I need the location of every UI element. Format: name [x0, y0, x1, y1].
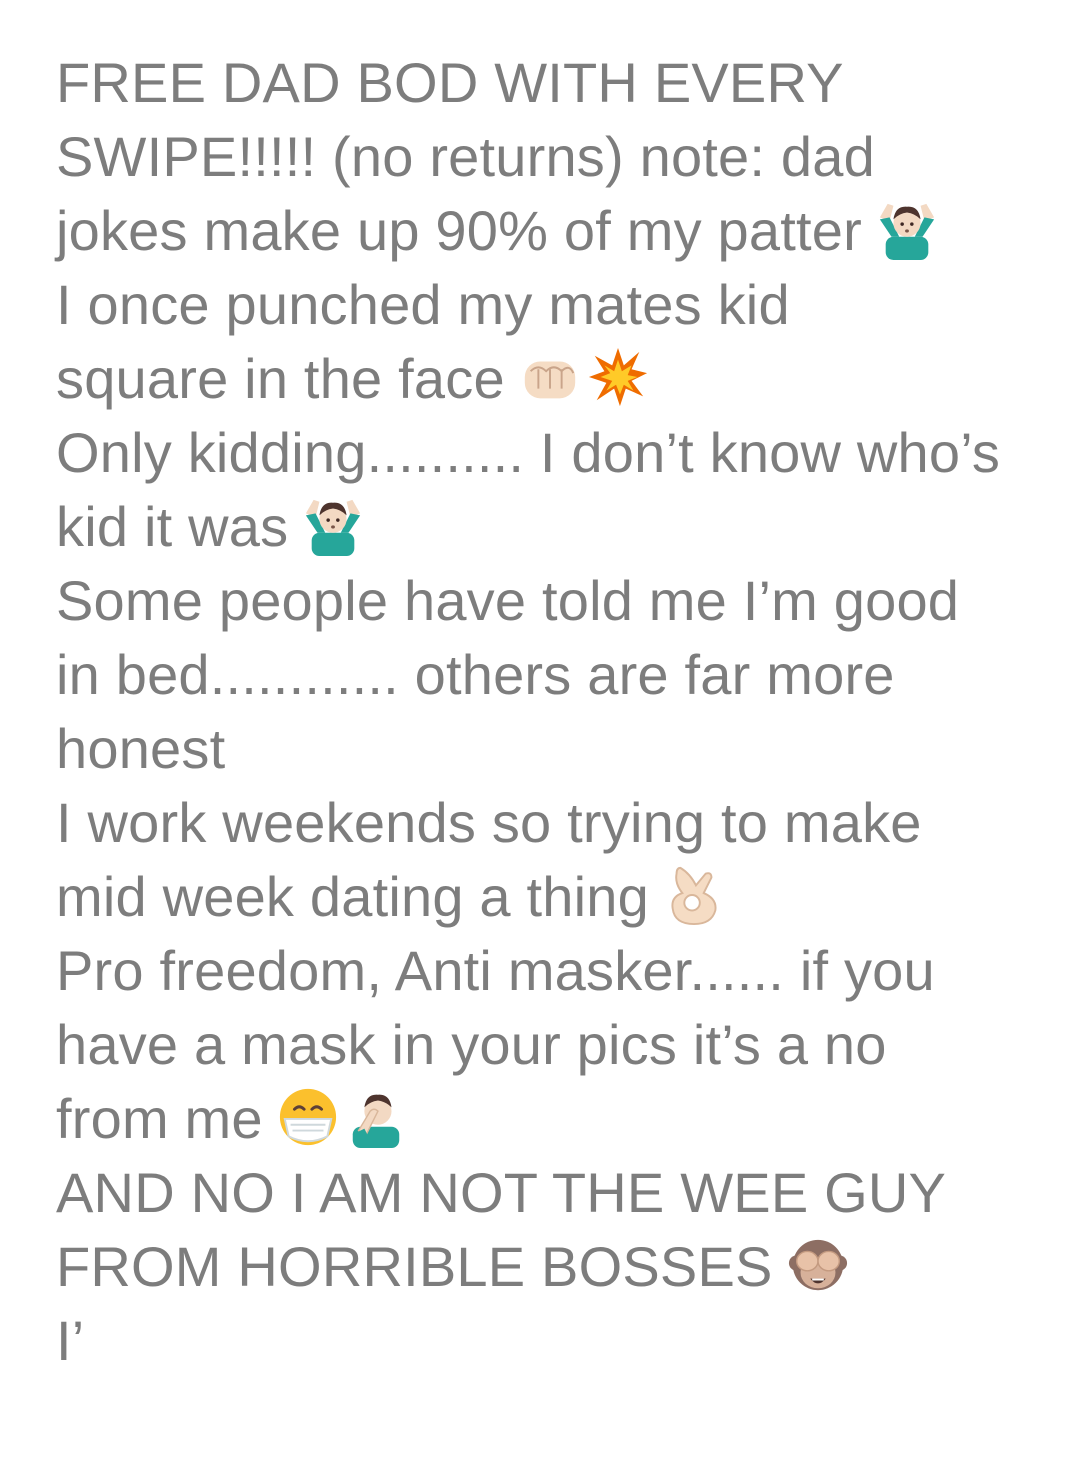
bio-line: AND NO I AM NOT THE WEE GUY — [56, 1161, 947, 1224]
bio-line: from me — [56, 1082, 1046, 1156]
bio-line: FROM HORRIBLE BOSSES — [56, 1230, 1046, 1304]
bio-line: I work weekends so trying to make — [56, 791, 922, 854]
bio-line: in bed............ others are far more — [56, 643, 895, 706]
bio-line: square in the face — [56, 342, 1046, 416]
bio-line: kid it was — [56, 490, 1046, 564]
bio-line: FREE DAD BOD WITH EVERY — [56, 51, 844, 114]
bio-line: jokes make up 90% of my patter — [56, 194, 1046, 268]
bio-line: I’ — [56, 1309, 85, 1372]
man-shrugging-icon — [302, 494, 364, 556]
bio-line: Pro freedom, Anti masker...... if you — [56, 939, 935, 1002]
bio-line: have a mask in your pics it’s a no — [56, 1013, 887, 1076]
bio-line: SWIPE!!!!! (no returns) note: dad — [56, 125, 875, 188]
bio-line: mid week dating a thing — [56, 860, 1046, 934]
bio-line: I once punched my mates kid — [56, 273, 790, 336]
bio-line: Some people have told me I’m good — [56, 569, 960, 632]
see-no-evil-monkey-icon — [787, 1234, 849, 1296]
oncoming-fist-icon — [519, 346, 581, 408]
collision-icon — [587, 346, 649, 408]
face-with-medical-mask-icon — [277, 1086, 339, 1148]
man-facepalming-icon — [345, 1086, 407, 1148]
profile-bio: FREE DAD BOD WITH EVERY SWIPE!!!!! (no r… — [56, 46, 1046, 1378]
man-shrugging-icon — [876, 198, 938, 260]
bio-line: Only kidding.......... I don’t know who’… — [56, 421, 1001, 484]
ok-hand-icon — [663, 864, 725, 926]
bio-line: honest — [56, 717, 226, 780]
